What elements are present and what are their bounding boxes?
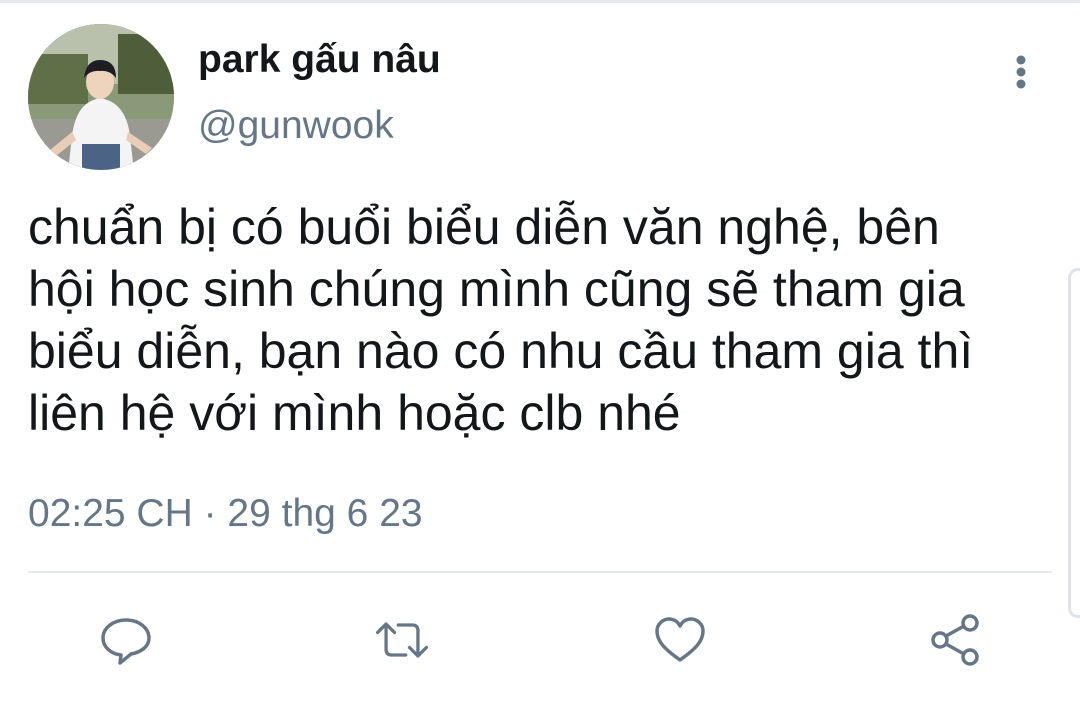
tweet-text: chuẩn bị có buổi biểu diễn văn nghệ, bên… [28, 196, 1078, 444]
avatar-photo [28, 24, 174, 170]
avatar[interactable] [28, 24, 174, 170]
share-icon [931, 614, 979, 666]
like-button[interactable] [650, 610, 710, 670]
tweet-text-line: biểu diễn, bạn nào có nhu cầu tham gia t… [28, 323, 974, 379]
reply-button[interactable] [96, 610, 156, 670]
tweet-text-line: hội học sinh chúng mình cũng sẽ tham gia [28, 261, 965, 317]
divider [28, 571, 1052, 573]
retweet-button[interactable] [372, 610, 432, 670]
scroll-edge [1068, 268, 1080, 618]
author-display-name[interactable]: park gấu nâu [198, 38, 441, 82]
more-options-button[interactable] [1003, 50, 1039, 94]
more-vertical-icon [1016, 55, 1026, 89]
like-icon [655, 617, 705, 662]
retweet-icon [375, 622, 429, 658]
share-button[interactable] [926, 610, 986, 670]
reply-icon [101, 618, 151, 665]
author-handle[interactable]: @gunwook [198, 104, 394, 148]
tweet-timestamp[interactable]: 02:25 CH · 29 thg 6 23 [28, 492, 423, 536]
top-border [0, 0, 1080, 3]
tweet-text-line: liên hệ với mình hoặc clb nhé [28, 385, 681, 441]
tweet-text-line: chuẩn bị có buổi biểu diễn văn nghệ, bên [28, 199, 940, 255]
